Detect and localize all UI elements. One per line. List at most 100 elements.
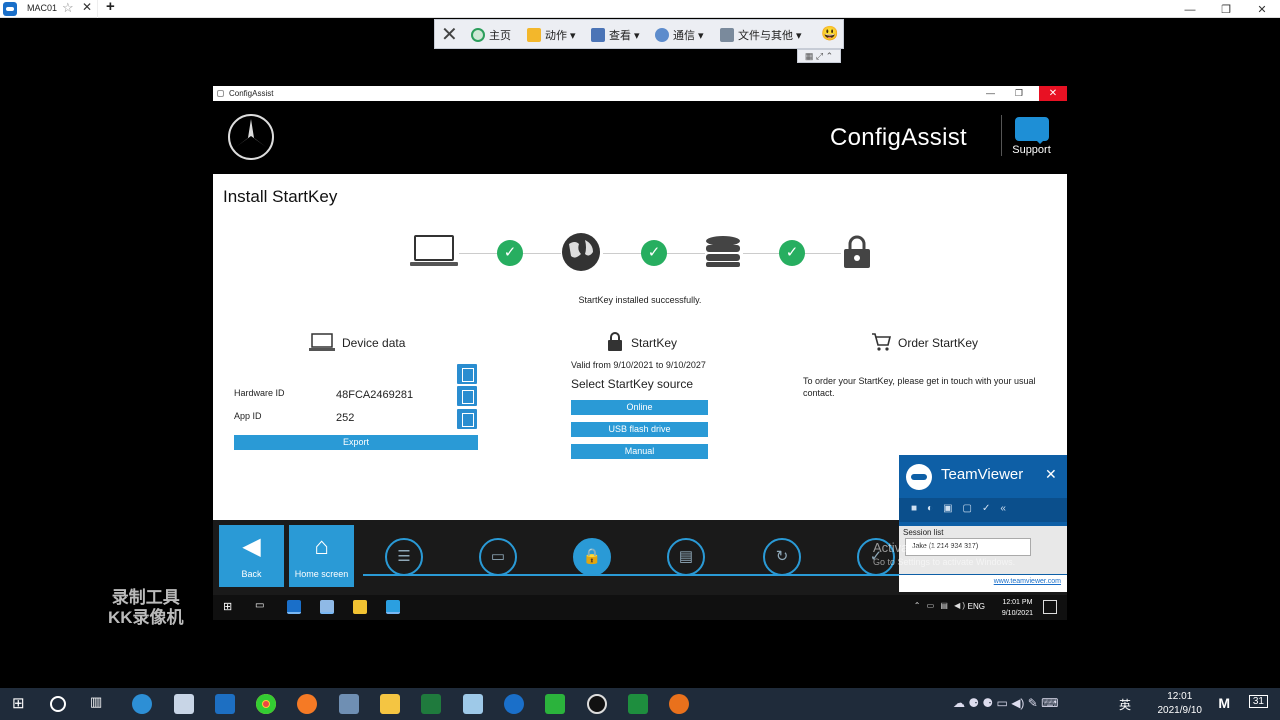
tab-label: MAC01 [27,3,58,13]
step-connector [603,253,641,254]
close-session-icon[interactable]: ✕ [441,22,458,47]
back-button[interactable]: ◀ Back [219,525,284,587]
app-icon [217,90,224,97]
language-indicator[interactable]: ENG [968,602,985,611]
chat-icon [1014,117,1049,144]
toolbar-actions[interactable]: 动作 ▾ [527,27,576,43]
minimize-icon[interactable]: — [1172,1,1208,19]
recorder-icon[interactable] [669,694,689,714]
copy-hardware-id-button[interactable] [457,386,477,406]
search-icon[interactable] [50,696,66,712]
start-icon[interactable]: ⊞ [223,600,237,614]
teamviewer-panel: TeamViewer ✕ ■◐▣▢✓« Session list Jake (1… [899,455,1067,592]
store-icon[interactable] [174,694,194,714]
new-tab-button[interactable]: + [106,0,115,15]
online-button[interactable]: Online [571,400,708,415]
nav-checklist-step[interactable]: ☰ [385,538,423,576]
system-tray[interactable]: ⌃ ▭ ▤ ◀) [914,601,967,610]
close-icon[interactable]: ✕ [1045,466,1057,483]
excel-icon[interactable] [421,694,441,714]
nav-startkey-step[interactable]: 🔒 [573,538,611,576]
close-icon[interactable]: ✕ [1039,86,1067,101]
task-view-icon[interactable]: ▥ [90,694,110,714]
restore-icon[interactable]: ❐ [1015,86,1023,101]
window-titlebar: ConfigAssist — ❐ ✕ [213,86,1067,101]
copy-icon[interactable] [457,364,477,384]
lock-icon [843,235,871,274]
host-date: 2021/9/10 [1157,705,1203,716]
export-button[interactable]: Export [234,435,478,450]
smiley-icon[interactable]: 😃 [821,25,838,42]
check-icon: ✓ [779,240,805,266]
toolbar-files[interactable]: 文件与其他 ▾ [720,27,802,43]
app-id-label: App ID [234,411,262,421]
qq-icon[interactable] [587,694,607,714]
activate-windows-title: Activate Windows [873,540,976,555]
app-brand: ConfigAssist [830,124,967,151]
windows-start-icon[interactable]: ⊞ [12,694,32,714]
maximize-icon[interactable]: ❐ [1208,1,1244,19]
nav-printer-step[interactable]: ▤ [667,538,705,576]
wechat-icon[interactable] [545,694,565,714]
nav-update-step[interactable]: ↻ [763,538,801,576]
toolbar-collapse[interactable]: ▦ ⤢ ⌃ [797,49,841,63]
toolbar-home-label: 主页 [489,30,511,42]
usb-flash-drive-button[interactable]: USB flash drive [571,422,708,437]
minimize-icon[interactable]: — [986,86,995,101]
cart-icon [871,332,892,357]
nav-device-step[interactable]: ▭ [479,538,517,576]
toolbar-files-label: 文件与其他 [738,30,793,42]
manual-button[interactable]: Manual [571,444,708,459]
teamviewer-link[interactable]: www.teamviewer.com [899,575,1067,592]
laptop-icon [409,234,459,273]
remote-time: 12:01 PM [1002,599,1033,606]
toolbar-communicate[interactable]: 通信 ▾ [655,27,704,43]
chart-app-icon[interactable] [628,694,648,714]
copy-app-id-button[interactable] [457,409,477,429]
notification-icon[interactable] [1043,600,1057,614]
firefox-icon[interactable] [297,694,317,714]
support-button[interactable]: Support [1001,115,1055,156]
toolbar-home[interactable]: 主页 [471,27,511,43]
close-icon[interactable]: ✕ [1244,1,1280,19]
teamviewer-taskbar-icon[interactable] [287,600,301,614]
file-explorer-icon[interactable] [380,694,400,714]
tray-icons[interactable]: ☁ ⚈ ⚈ ▭ ◀) ✎ ⌨ [953,696,1058,710]
ime-indicator[interactable]: 英 [1119,696,1131,713]
remote-clock[interactable]: 12:01 PM 9/10/2021 [1002,597,1033,619]
network-app-icon[interactable] [339,694,359,714]
home-icon: ⌂ [314,533,329,560]
star-icon[interactable]: ☆ [62,0,74,16]
app-id-value: 252 [336,412,355,424]
step-connector [743,253,779,254]
order-heading: Order StartKey [898,336,979,350]
check-icon: ✓ [497,240,523,266]
step-connector [667,253,705,254]
home-screen-button[interactable]: ⌂ Home screen [289,525,354,587]
step-connector [459,253,497,254]
close-tab-icon[interactable]: ✕ [82,0,92,16]
task-view-icon[interactable]: ▭ [255,600,269,614]
app-taskbar-icon[interactable] [386,600,400,614]
configassist-taskbar-icon[interactable] [320,600,334,614]
toolbar-actions-label: 动作 [545,30,567,42]
mi-icon[interactable]: M [1218,695,1230,711]
teamviewer-icon[interactable] [504,694,524,714]
teamviewer-toolbar[interactable]: ■◐▣▢✓« [899,498,1067,522]
recorder-watermark: 录制工具 KK录像机 [108,588,184,628]
order-text: To order your StartKey, please get in to… [803,376,1036,398]
device-heading: Device data [342,336,406,350]
file-explorer-icon[interactable] [353,600,367,614]
hardware-id-value: 48FCA2469281 [336,389,414,401]
edge-icon[interactable] [132,694,152,714]
chrome-icon[interactable] [256,694,276,714]
tab-mac01[interactable]: MAC01 ☆ ✕ [22,0,98,18]
mail-icon[interactable] [215,694,235,714]
notes-icon[interactable] [463,694,483,714]
session-list-header: Session list [903,528,944,537]
phone-icon [655,28,669,42]
app-header: ConfigAssist Support [213,101,1067,174]
toolbar-view[interactable]: 查看 ▾ [591,27,640,43]
notification-badge[interactable]: 31 [1248,695,1268,708]
host-clock[interactable]: 12:01 2021/9/10 [1158,690,1203,718]
